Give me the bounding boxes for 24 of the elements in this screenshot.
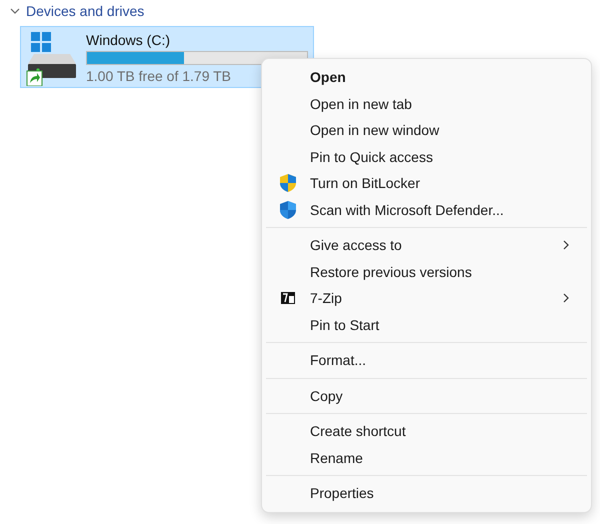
menu-item[interactable]: Create shortcut bbox=[266, 418, 587, 444]
chevron-icon[interactable] bbox=[10, 6, 20, 16]
menu-item[interactable]: Open in new window bbox=[266, 117, 587, 144]
menu-item[interactable]: Copy bbox=[266, 382, 587, 409]
archive-icon bbox=[281, 292, 295, 304]
drive-icon bbox=[26, 30, 78, 86]
menu-item[interactable]: Scan with Microsoft Defender... bbox=[266, 196, 587, 223]
menu-item[interactable]: Turn on BitLocker bbox=[266, 170, 587, 196]
menu-item[interactable]: Rename bbox=[266, 444, 587, 471]
menu-item[interactable]: Pin to Quick access bbox=[266, 144, 587, 170]
drive-name: Windows (C:) bbox=[86, 32, 172, 48]
shield-icon bbox=[279, 173, 297, 194]
menu-item[interactable]: Restore previous versions bbox=[266, 258, 587, 285]
section-title: Devices and drives bbox=[26, 3, 144, 19]
menu-item[interactable]: 7-Zip bbox=[266, 285, 587, 312]
free-space: 1.00 TB free of 1.79 TB bbox=[86, 68, 232, 84]
menu-item[interactable]: Pin to Start bbox=[266, 312, 587, 338]
chevron-icon bbox=[563, 293, 569, 304]
chevron-icon bbox=[563, 240, 569, 250]
shield-icon bbox=[279, 200, 297, 220]
menu-item[interactable]: Properties bbox=[266, 480, 587, 506]
menu-item[interactable]: Open in new tab bbox=[266, 90, 587, 117]
menu-item[interactable]: Give access to bbox=[266, 232, 587, 258]
menu-item[interactable]: Format... bbox=[266, 347, 587, 374]
